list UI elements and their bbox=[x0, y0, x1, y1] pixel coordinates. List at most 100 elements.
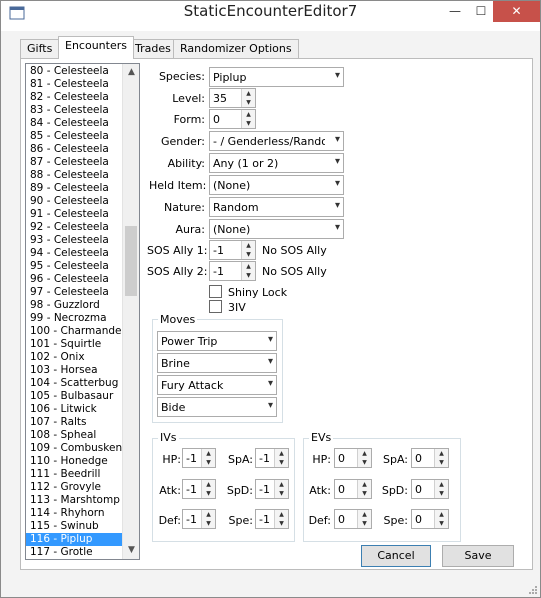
shiny-lock-label[interactable]: Shiny Lock bbox=[228, 286, 287, 299]
scroll-thumb[interactable] bbox=[125, 226, 137, 296]
iv-def-stepper[interactable]: -1 ▲ ▼ bbox=[182, 509, 216, 529]
three-iv-checkbox[interactable] bbox=[209, 300, 222, 313]
spin-up-icon[interactable]: ▲ bbox=[242, 262, 255, 271]
shiny-lock-checkbox[interactable] bbox=[209, 285, 222, 298]
chevron-down-icon: ▾ bbox=[267, 356, 273, 367]
three-iv-label[interactable]: 3IV bbox=[228, 301, 246, 314]
ev-spa-spin[interactable]: ▲ ▼ bbox=[434, 449, 448, 467]
spin-up-icon[interactable]: ▲ bbox=[242, 110, 255, 119]
spin-up-icon[interactable]: ▲ bbox=[435, 510, 448, 519]
iv-hp-stepper[interactable]: -1 ▲ ▼ bbox=[182, 448, 216, 468]
ev-spd-stepper[interactable]: 0 ▲ ▼ bbox=[411, 479, 449, 499]
spin-down-icon[interactable]: ▼ bbox=[275, 519, 288, 528]
iv-def-spin[interactable]: ▲ ▼ bbox=[201, 510, 215, 528]
level-stepper[interactable]: 35 ▲ ▼ bbox=[209, 88, 256, 108]
save-button[interactable]: Save bbox=[442, 545, 514, 567]
spin-down-icon[interactable]: ▼ bbox=[242, 119, 255, 128]
ev-spe-spin[interactable]: ▲ ▼ bbox=[434, 510, 448, 528]
scroll-down-icon[interactable]: ▼ bbox=[123, 542, 139, 559]
move-4-select[interactable]: Bide ▾ bbox=[157, 397, 277, 417]
spin-down-icon[interactable]: ▼ bbox=[358, 489, 371, 498]
move-3-select[interactable]: Fury Attack ▾ bbox=[157, 375, 277, 395]
spin-down-icon[interactable]: ▼ bbox=[435, 489, 448, 498]
maximize-button[interactable]: ☐ bbox=[468, 1, 494, 22]
held-item-select[interactable]: (None) ▾ bbox=[209, 175, 344, 195]
nature-select[interactable]: Random ▾ bbox=[209, 197, 344, 217]
spin-down-icon[interactable]: ▼ bbox=[242, 250, 255, 259]
move-1-select[interactable]: Power Trip ▾ bbox=[157, 331, 277, 351]
sos-ally-1-stepper[interactable]: -1 ▲ ▼ bbox=[209, 240, 256, 260]
ev-atk-spin[interactable]: ▲ ▼ bbox=[357, 480, 371, 498]
ev-spa-stepper[interactable]: 0 ▲ ▼ bbox=[411, 448, 449, 468]
close-button[interactable]: ✕ bbox=[493, 1, 540, 22]
minimize-button[interactable]: — bbox=[442, 1, 468, 22]
ev-atk-stepper[interactable]: 0 ▲ ▼ bbox=[334, 479, 372, 499]
tab-randomizer-options[interactable]: Randomizer Options bbox=[173, 39, 299, 58]
iv-spe-spin[interactable]: ▲ ▼ bbox=[274, 510, 288, 528]
encounter-listbox[interactable]: 80 - Celesteela 81 - Celesteela 82 - Celes… bbox=[25, 63, 140, 560]
iv-spa-stepper[interactable]: -1 ▲ ▼ bbox=[255, 448, 289, 468]
sos-ally-2-label: SOS Ally 2: bbox=[147, 265, 208, 278]
spin-down-icon[interactable]: ▼ bbox=[202, 489, 215, 498]
spin-down-icon[interactable]: ▼ bbox=[435, 519, 448, 528]
spin-up-icon[interactable]: ▲ bbox=[275, 480, 288, 489]
spin-up-icon[interactable]: ▲ bbox=[275, 449, 288, 458]
iv-spa-spin[interactable]: ▲ ▼ bbox=[274, 449, 288, 467]
iv-spd-stepper[interactable]: -1 ▲ ▼ bbox=[255, 479, 289, 499]
spin-up-icon[interactable]: ▲ bbox=[435, 480, 448, 489]
spin-up-icon[interactable]: ▲ bbox=[358, 449, 371, 458]
spin-down-icon[interactable]: ▼ bbox=[275, 489, 288, 498]
spin-down-icon[interactable]: ▼ bbox=[242, 98, 255, 107]
level-spin[interactable]: ▲ ▼ bbox=[241, 89, 255, 107]
spin-up-icon[interactable]: ▲ bbox=[202, 510, 215, 519]
level-label: Level: bbox=[172, 92, 205, 105]
spin-up-icon[interactable]: ▲ bbox=[275, 510, 288, 519]
iv-atk-stepper[interactable]: -1 ▲ ▼ bbox=[182, 479, 216, 499]
ev-spe-stepper[interactable]: 0 ▲ ▼ bbox=[411, 509, 449, 529]
scroll-up-icon[interactable]: ▲ bbox=[123, 64, 139, 81]
ev-spd-spin[interactable]: ▲ ▼ bbox=[434, 480, 448, 498]
list-scrollbar[interactable]: ▲ ▼ bbox=[122, 64, 139, 559]
tab-trades[interactable]: Trades bbox=[128, 39, 178, 58]
spin-down-icon[interactable]: ▼ bbox=[242, 271, 255, 280]
form-spin[interactable]: ▲ ▼ bbox=[241, 110, 255, 128]
iv-hp-spin[interactable]: ▲ ▼ bbox=[201, 449, 215, 467]
spin-up-icon[interactable]: ▲ bbox=[358, 480, 371, 489]
ev-def-stepper[interactable]: 0 ▲ ▼ bbox=[334, 509, 372, 529]
spin-down-icon[interactable]: ▼ bbox=[358, 458, 371, 467]
tab-gifts[interactable]: Gifts bbox=[20, 39, 60, 58]
form-stepper[interactable]: 0 ▲ ▼ bbox=[209, 109, 256, 129]
move-2-select[interactable]: Brine ▾ bbox=[157, 353, 277, 373]
ev-hp-stepper[interactable]: 0 ▲ ▼ bbox=[334, 448, 372, 468]
aura-select[interactable]: (None) ▾ bbox=[209, 219, 344, 239]
spin-up-icon[interactable]: ▲ bbox=[358, 510, 371, 519]
spin-up-icon[interactable]: ▲ bbox=[435, 449, 448, 458]
ev-def-label: Def: bbox=[308, 514, 331, 527]
spin-down-icon[interactable]: ▼ bbox=[202, 458, 215, 467]
sos-ally-1-spin[interactable]: ▲ ▼ bbox=[241, 241, 255, 259]
spin-up-icon[interactable]: ▲ bbox=[202, 449, 215, 458]
ability-select[interactable]: Any (1 or 2) ▾ bbox=[209, 153, 344, 173]
gender-select[interactable]: - / Genderless/Random ▾ bbox=[209, 131, 344, 151]
spin-down-icon[interactable]: ▼ bbox=[202, 519, 215, 528]
ev-atk-label: Atk: bbox=[309, 484, 331, 497]
spin-down-icon[interactable]: ▼ bbox=[435, 458, 448, 467]
spin-down-icon[interactable]: ▼ bbox=[358, 519, 371, 528]
tab-encounters[interactable]: Encounters bbox=[58, 36, 134, 59]
sos-ally-2-spin[interactable]: ▲ ▼ bbox=[241, 262, 255, 280]
iv-spd-spin[interactable]: ▲ ▼ bbox=[274, 480, 288, 498]
iv-atk-spin[interactable]: ▲ ▼ bbox=[201, 480, 215, 498]
spin-up-icon[interactable]: ▲ bbox=[202, 480, 215, 489]
ev-hp-spin[interactable]: ▲ ▼ bbox=[357, 449, 371, 467]
resize-grip-icon[interactable] bbox=[526, 583, 538, 595]
spin-up-icon[interactable]: ▲ bbox=[242, 89, 255, 98]
cancel-button[interactable]: Cancel bbox=[361, 545, 431, 567]
sos-ally-2-stepper[interactable]: -1 ▲ ▼ bbox=[209, 261, 256, 281]
iv-spe-stepper[interactable]: -1 ▲ ▼ bbox=[255, 509, 289, 529]
ev-def-spin[interactable]: ▲ ▼ bbox=[357, 510, 371, 528]
iv-spe-label: Spe: bbox=[228, 514, 253, 527]
species-select[interactable]: Piplup ▾ bbox=[209, 67, 344, 87]
ev-spa-value: 0 bbox=[415, 452, 422, 465]
spin-up-icon[interactable]: ▲ bbox=[242, 241, 255, 250]
spin-down-icon[interactable]: ▼ bbox=[275, 458, 288, 467]
